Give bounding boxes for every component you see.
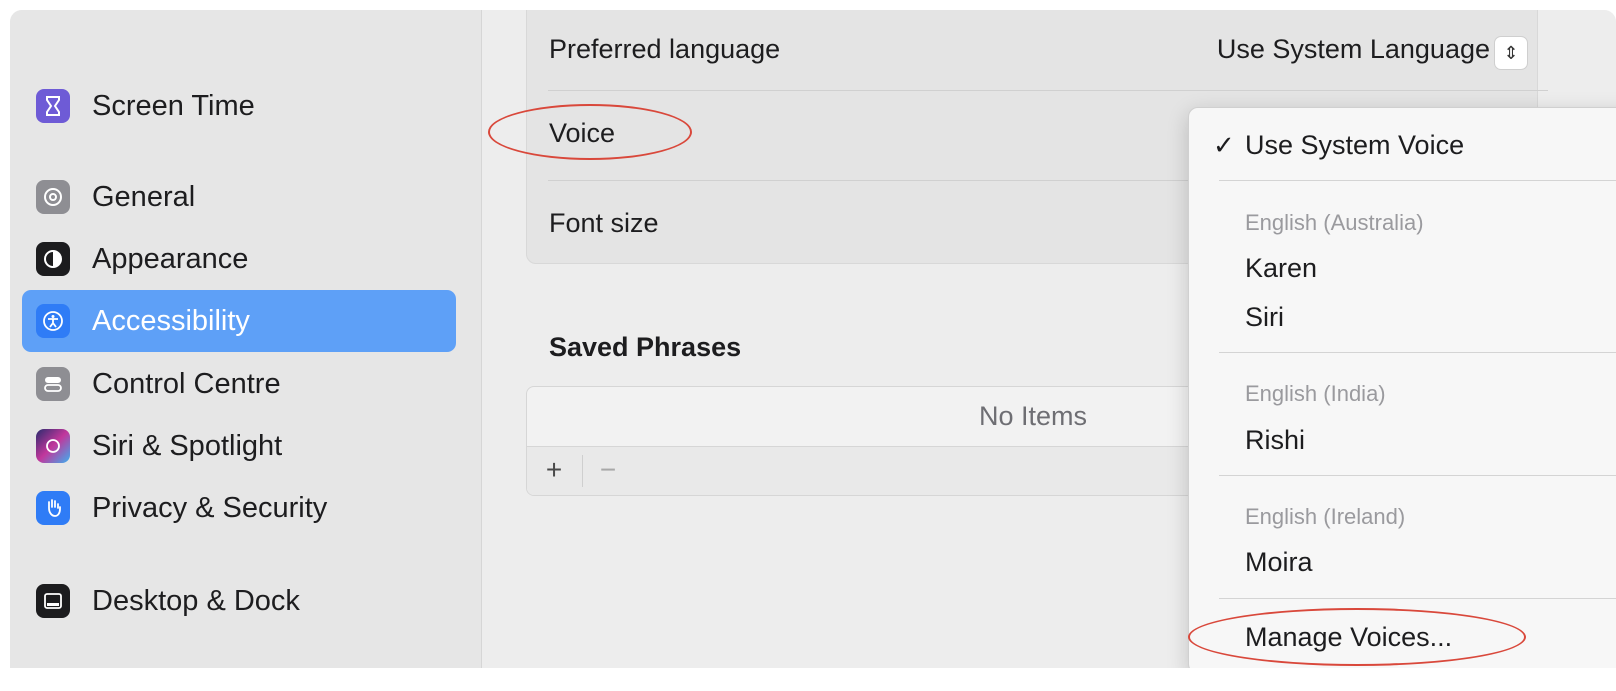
voice-annotation-ellipse: [488, 104, 692, 160]
sidebar-item-general[interactable]: General: [22, 166, 456, 228]
row-divider: [548, 90, 1548, 91]
menu-header-australia: English (Australia): [1245, 210, 1424, 235]
menu-separator: [1219, 352, 1616, 353]
sidebar-item-control-centre[interactable]: Control Centre: [22, 353, 456, 415]
siri-icon: [36, 429, 70, 463]
font-size-label: Font size: [549, 208, 659, 238]
menu-item-karen[interactable]: Karen: [1245, 253, 1317, 284]
sidebar-item-label: General: [92, 180, 196, 213]
menu-separator: [1219, 475, 1616, 476]
empty-list-text: No Items: [979, 401, 1088, 431]
appearance-icon: [36, 242, 70, 276]
hand-icon: [36, 491, 70, 525]
manage-voices-annotation-ellipse: [1188, 608, 1526, 666]
menu-header-ireland: English (Ireland): [1245, 504, 1406, 529]
checkmark-icon: ✓: [1213, 130, 1235, 160]
accessibility-icon: [36, 304, 70, 338]
dock-icon: [36, 584, 70, 618]
voice-popup-menu: ✓ Use System Voice English (Australia) K…: [1188, 107, 1616, 668]
sidebar-item-label: Screen Time: [92, 89, 255, 122]
menu-item-moira[interactable]: Moira: [1245, 547, 1313, 578]
gear-icon: [36, 180, 70, 214]
sidebar-item-label: Control Centre: [92, 367, 281, 400]
sidebar-item-label: Appearance: [92, 242, 249, 275]
sidebar-item-accessibility[interactable]: Accessibility: [22, 290, 456, 352]
chevron-updown-icon[interactable]: ⇕: [1494, 36, 1528, 70]
saved-phrases-title: Saved Phrases: [549, 332, 742, 362]
hourglass-icon: [36, 89, 70, 123]
sidebar-item-label: Desktop & Dock: [92, 584, 300, 617]
menu-header-india: English (India): [1245, 381, 1386, 406]
toolbar-divider: [582, 455, 583, 487]
add-phrase-button[interactable]: +: [537, 453, 571, 487]
menu-separator: [1219, 180, 1616, 181]
sidebar-item-label: Siri & Spotlight: [92, 429, 283, 462]
menu-item-system-voice[interactable]: Use System Voice: [1245, 130, 1464, 161]
sidebar-item-label: Privacy & Security: [92, 491, 328, 524]
preferred-language-label: Preferred language: [549, 34, 781, 64]
sidebar-item-screen-time[interactable]: Screen Time: [22, 75, 456, 137]
row-divider: [548, 180, 1188, 181]
preferred-language-value[interactable]: Use System Language: [1217, 34, 1490, 65]
sidebar-item-desktop-dock[interactable]: Desktop & Dock: [22, 570, 456, 632]
sidebar-item-privacy-security[interactable]: Privacy & Security: [22, 477, 456, 539]
sidebar: Screen Time General Appearance Accessibi…: [10, 10, 482, 668]
settings-window: Screen Time General Appearance Accessibi…: [10, 10, 1616, 668]
sidebar-item-appearance[interactable]: Appearance: [22, 228, 456, 290]
toggles-icon: [36, 367, 70, 401]
sidebar-item-label: Accessibility: [92, 304, 250, 337]
menu-item-rishi[interactable]: Rishi: [1245, 425, 1305, 456]
menu-item-siri[interactable]: Siri: [1245, 302, 1284, 333]
sidebar-item-siri-spotlight[interactable]: Siri & Spotlight: [22, 415, 456, 477]
remove-phrase-button[interactable]: −: [591, 453, 625, 487]
menu-separator: [1219, 598, 1616, 599]
